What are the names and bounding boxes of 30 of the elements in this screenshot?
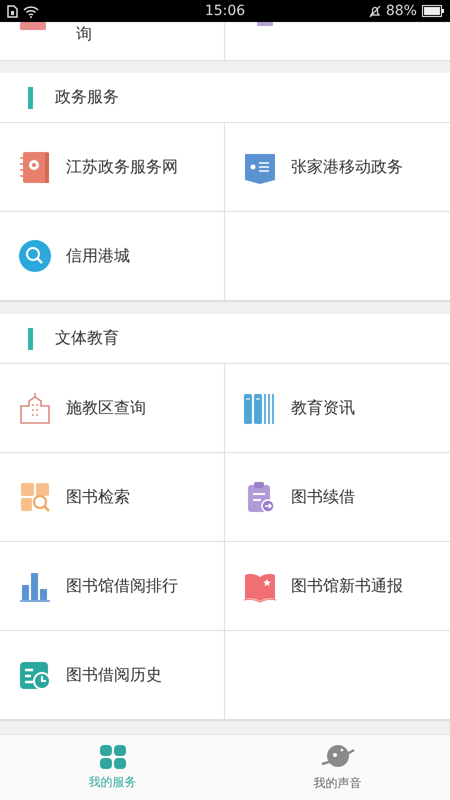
- section-marker: [28, 86, 33, 108]
- grid-icon: [98, 744, 126, 770]
- service-item[interactable]: 图书借阅历史: [0, 631, 225, 720]
- section-marker: [28, 328, 33, 350]
- search-icon: [18, 239, 52, 273]
- service-label[interactable]: 询: [76, 24, 92, 45]
- section-title: 文体教育: [55, 328, 119, 349]
- app-icon: [20, 22, 46, 30]
- wifi-icon: [23, 4, 39, 18]
- battery-icon: [422, 5, 444, 17]
- app-icon: [257, 22, 273, 26]
- clock-time: 15:06: [204, 3, 246, 19]
- service-item[interactable]: 图书馆借阅排行: [0, 542, 225, 631]
- service-item[interactable]: 教育资讯: [225, 364, 450, 453]
- building-icon: [18, 391, 52, 425]
- search-icon: [18, 480, 52, 514]
- tab[interactable]: 我的声音: [225, 735, 450, 800]
- service-item[interactable]: 图书馆新书通报: [225, 542, 450, 631]
- service-item[interactable]: 图书续借: [225, 453, 450, 542]
- sim-icon: [6, 4, 18, 18]
- battery-percent: 88%: [386, 3, 417, 19]
- service-item[interactable]: 图书检索: [0, 453, 225, 542]
- service-item[interactable]: 张家港移动政务: [225, 123, 450, 212]
- service-item[interactable]: 江苏政务服务网: [0, 123, 225, 212]
- service-item[interactable]: 信用港城: [0, 212, 225, 301]
- service-item[interactable]: 施教区查询: [0, 364, 225, 453]
- notebook-icon: [18, 150, 52, 184]
- muted-bell-icon: [368, 4, 381, 18]
- books-icon: [243, 391, 277, 425]
- section-title: 政务服务: [55, 87, 119, 108]
